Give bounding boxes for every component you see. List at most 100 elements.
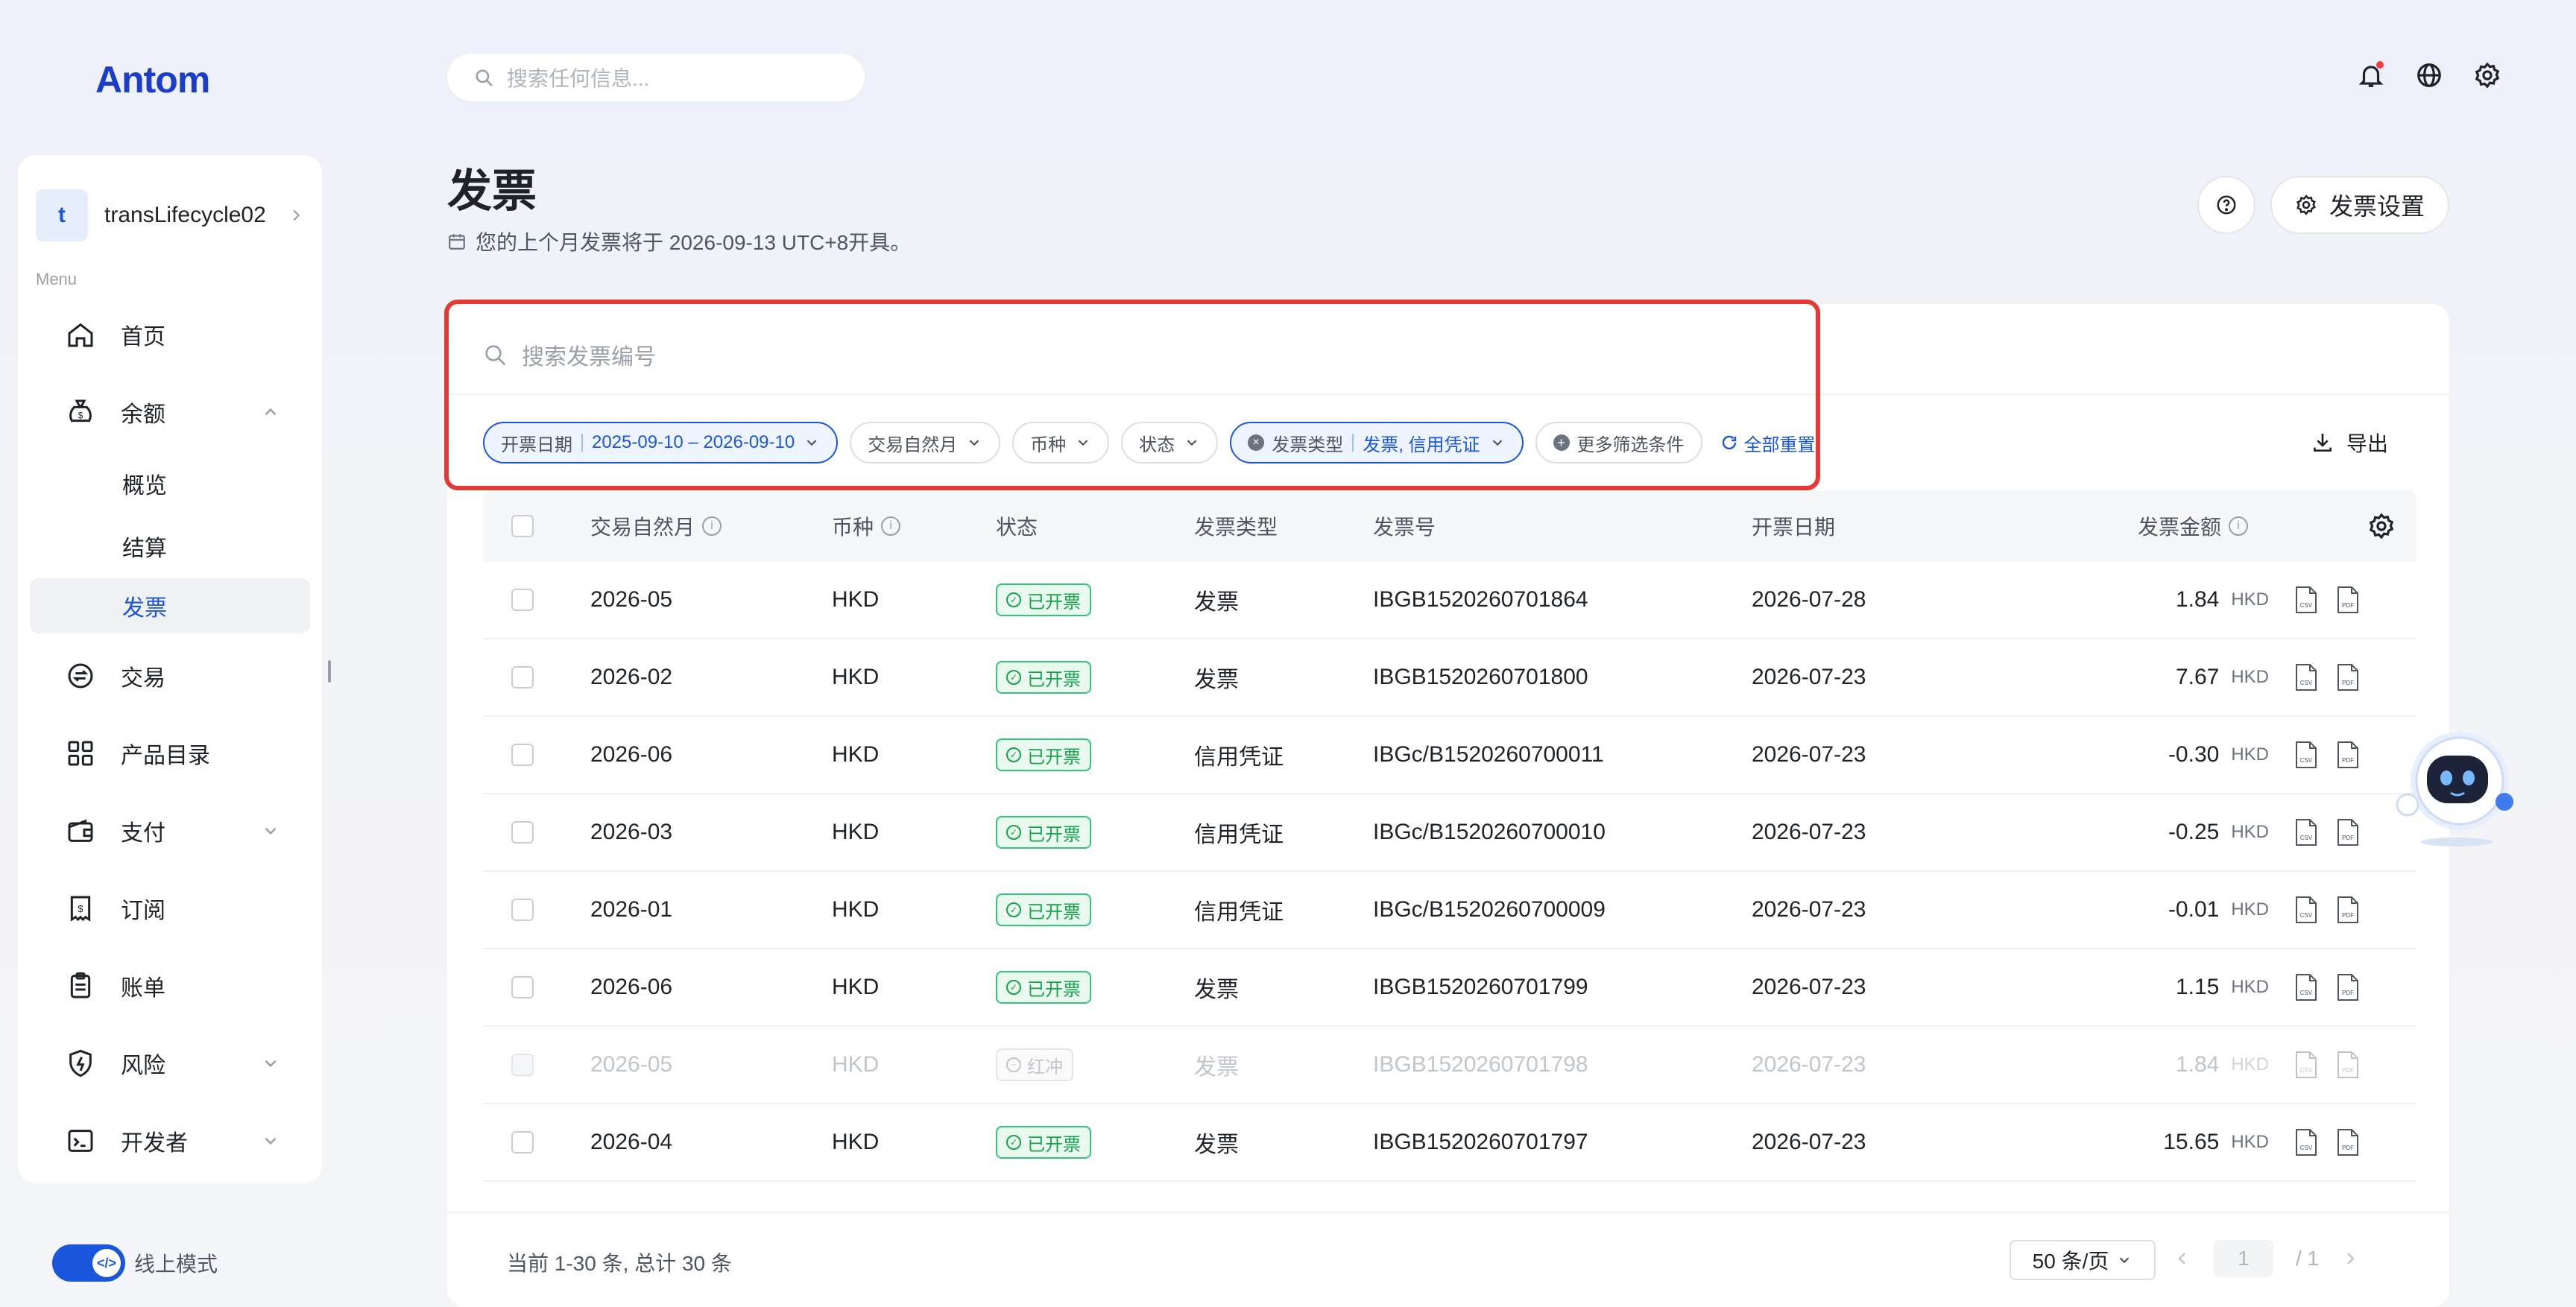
live-mode-toggle[interactable]: </> 线上模式 bbox=[52, 1244, 218, 1282]
chevron-down-icon bbox=[1078, 440, 1088, 446]
info-icon[interactable]: i bbox=[881, 516, 901, 536]
col-currency[interactable]: 币种 i bbox=[832, 511, 901, 541]
more-filters-button[interactable]: + 更多筛选条件 bbox=[1535, 422, 1702, 463]
sidebar: t transLifecycle02 Menu 首页 $ 余额 概览 结算 发票… bbox=[18, 155, 322, 1183]
page-size-select[interactable]: 50 条/页 bbox=[2010, 1240, 2156, 1280]
sidebar-item-bills[interactable]: 账单 bbox=[30, 958, 310, 1013]
row-checkbox[interactable] bbox=[511, 666, 534, 689]
gear-icon[interactable] bbox=[2473, 61, 2501, 89]
pdf-file-icon[interactable]: PDF bbox=[2336, 896, 2360, 924]
invoice-settings-button[interactable]: 发票设置 bbox=[2270, 176, 2449, 234]
table-row[interactable]: 2026-03 HKD ✓ 已开票 信用凭证 IBGc/B1520260700010 202… bbox=[483, 794, 2416, 872]
pdf-file-icon[interactable]: PDF bbox=[2336, 741, 2360, 769]
row-checkbox[interactable] bbox=[511, 744, 534, 766]
sidebar-subitem-invoice[interactable]: 发票 bbox=[30, 578, 310, 633]
row-checkbox[interactable] bbox=[511, 589, 534, 611]
pdf-file-icon[interactable]: PDF bbox=[2336, 973, 2360, 1001]
csv-file-icon[interactable]: CSV bbox=[2294, 741, 2318, 769]
next-page-icon[interactable] bbox=[2341, 1250, 2359, 1268]
sidebar-item-catalog[interactable]: 产品目录 bbox=[30, 726, 310, 781]
table-row[interactable]: 2026-06 HKD ✓ 已开票 发票 IBGB1520260701799 2026-07… bbox=[483, 949, 2416, 1027]
status-badge-cell: ✓ 已开票 bbox=[996, 816, 1091, 849]
row-actions: CSV PDF bbox=[2294, 741, 2360, 769]
antom-logo[interactable]: Antom bbox=[95, 58, 210, 101]
pdf-file-icon[interactable]: PDF bbox=[2336, 586, 2360, 614]
svg-text:CSV: CSV bbox=[2300, 1067, 2313, 1074]
current-page-input[interactable]: 1 bbox=[2214, 1240, 2273, 1277]
csv-file-icon[interactable]: CSV bbox=[2294, 663, 2318, 692]
col-invoice-type: 发票类型 bbox=[1194, 516, 1278, 539]
sidebar-item-home[interactable]: 首页 bbox=[30, 307, 310, 362]
toggle-switch[interactable]: </> bbox=[52, 1244, 125, 1282]
col-natural-month[interactable]: 交易自然月 i bbox=[590, 511, 722, 541]
pdf-file-icon[interactable]: PDF bbox=[2336, 1128, 2360, 1156]
pdf-file-icon[interactable]: PDF bbox=[2336, 818, 2360, 846]
invoice-search-input[interactable]: 搜索发票编号 bbox=[483, 334, 656, 376]
filter-label: 状态 bbox=[1139, 434, 1175, 455]
table-row[interactable]: 2026-06 HKD ✓ 已开票 信用凭证 IBGc/B1520260700011 202… bbox=[483, 717, 2416, 794]
natural-month-filter[interactable]: 交易自然月 bbox=[850, 422, 1001, 463]
sidebar-resize-handle[interactable] bbox=[328, 660, 331, 683]
cell-date: 2026-07-23 bbox=[1752, 897, 1866, 922]
bell-icon[interactable] bbox=[2357, 61, 2385, 89]
table-row[interactable]: 2026-01 HKD ✓ 已开票 信用凭证 IBGc/B1520260700009 202… bbox=[483, 872, 2416, 949]
reset-all-button[interactable]: 全部重置 bbox=[1720, 430, 1816, 456]
sidebar-item-balance[interactable]: $ 余额 bbox=[30, 384, 310, 440]
col-invoice-date: 开票日期 bbox=[1752, 516, 1836, 539]
ai-assistant-robot[interactable] bbox=[2385, 723, 2519, 849]
account-switcher[interactable]: t transLifecycle02 bbox=[36, 182, 304, 249]
check-circle-icon: ✓ bbox=[1006, 902, 1021, 917]
table-row[interactable]: 2026-04 HKD ✓ 已开票 发票 IBGB1520260701797 2026-07… bbox=[483, 1104, 2416, 1182]
row-actions: CSV PDF bbox=[2294, 973, 2360, 1001]
global-search-input[interactable]: 搜索任何信息... bbox=[447, 54, 865, 101]
prev-page-icon[interactable] bbox=[2174, 1250, 2191, 1268]
globe-icon[interactable] bbox=[2415, 61, 2443, 89]
cell-number: IBGB1520260701797 bbox=[1373, 1130, 1588, 1154]
csv-file-icon[interactable]: CSV bbox=[2294, 586, 2318, 614]
select-all-checkbox[interactable] bbox=[511, 515, 534, 537]
table-row[interactable]: 2026-02 HKD ✓ 已开票 发票 IBGB1520260701800 2026-07… bbox=[483, 639, 2416, 717]
cell-month: 2026-06 bbox=[590, 975, 673, 999]
divider bbox=[447, 393, 2449, 395]
currency-filter[interactable]: 币种 bbox=[1012, 422, 1110, 463]
status-filter[interactable]: 状态 bbox=[1121, 422, 1219, 463]
sidebar-item-developers[interactable]: 开发者 bbox=[30, 1113, 310, 1168]
clear-filter-icon[interactable]: × bbox=[1248, 434, 1265, 451]
sidebar-item-payments[interactable]: 支付 bbox=[30, 803, 310, 858]
sidebar-item-risk[interactable]: 风险 bbox=[30, 1036, 310, 1091]
cell-number: IBGB1520260701800 bbox=[1373, 665, 1588, 689]
table-row[interactable]: 2026-05 HKD ✓ 已开票 发票 IBGB1520260701864 2026-07… bbox=[483, 562, 2416, 639]
info-icon[interactable]: i bbox=[2229, 516, 2249, 536]
sidebar-item-label: 支付 bbox=[121, 821, 165, 846]
sidebar-item-subscriptions[interactable]: $ 订阅 bbox=[30, 881, 310, 936]
row-checkbox[interactable] bbox=[511, 899, 534, 921]
export-button[interactable]: 导出 bbox=[2311, 428, 2388, 458]
info-icon[interactable]: i bbox=[702, 516, 722, 536]
cell-date: 2026-07-23 bbox=[1752, 1052, 1866, 1077]
avatar: t bbox=[36, 189, 88, 241]
invoice-search-placeholder: 搜索发票编号 bbox=[522, 345, 656, 370]
csv-file-icon[interactable]: CSV bbox=[2294, 973, 2318, 1001]
cell-date: 2026-07-23 bbox=[1752, 742, 1866, 767]
invoice-type-filter[interactable]: × 发票类型 发票, 信用凭证 bbox=[1230, 422, 1524, 463]
receipt-dollar-icon: $ bbox=[70, 896, 91, 922]
csv-file-icon[interactable]: CSV bbox=[2294, 818, 2318, 846]
invoice-date-filter[interactable]: 开票日期 2025-09-10 – 2026-09-10 bbox=[483, 422, 839, 463]
sidebar-subitem-overview[interactable]: 概览 bbox=[30, 456, 310, 511]
cell-currency: HKD bbox=[832, 897, 880, 922]
sidebar-subitem-settlement[interactable]: 结算 bbox=[30, 519, 310, 574]
svg-text:PDF: PDF bbox=[2342, 680, 2354, 686]
column-settings-icon[interactable] bbox=[2367, 512, 2396, 540]
filter-value: 2025-09-10 – 2026-09-10 bbox=[592, 432, 795, 452]
csv-file-icon[interactable]: CSV bbox=[2294, 1128, 2318, 1156]
row-checkbox[interactable] bbox=[511, 976, 534, 999]
help-button[interactable] bbox=[2197, 176, 2255, 234]
svg-text:PDF: PDF bbox=[2342, 757, 2354, 764]
page-size-value: 50 条/页 bbox=[2032, 1250, 2109, 1273]
row-checkbox[interactable] bbox=[511, 1131, 534, 1153]
col-amount[interactable]: 发票金额 i bbox=[2138, 511, 2249, 541]
csv-file-icon[interactable]: CSV bbox=[2294, 896, 2318, 924]
pdf-file-icon[interactable]: PDF bbox=[2336, 663, 2360, 692]
row-checkbox[interactable] bbox=[511, 821, 534, 844]
sidebar-item-transactions[interactable]: 交易 bbox=[30, 648, 310, 703]
